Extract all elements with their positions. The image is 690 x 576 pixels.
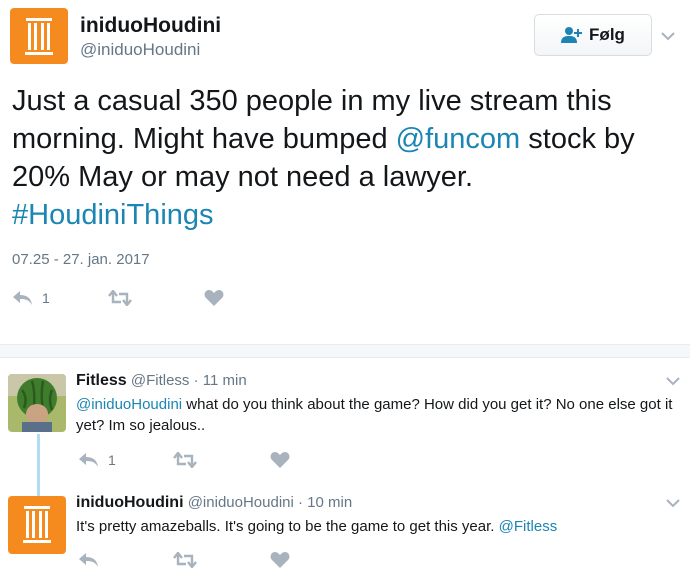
heart-icon [204, 290, 224, 306]
reply-count: 1 [108, 452, 116, 468]
pillar-logo-icon [23, 506, 51, 543]
reply-arrow-icon [79, 453, 98, 467]
chevron-down-icon[interactable] [658, 26, 678, 46]
reply-time[interactable]: · 10 min [298, 494, 352, 511]
reply-arrow-icon [79, 553, 98, 567]
reply-arrow-icon [13, 291, 32, 305]
watermelon-avatar-icon [8, 374, 66, 432]
mention-link[interactable]: @Fitless [499, 518, 558, 535]
retweet-button[interactable] [173, 552, 197, 568]
mention-link[interactable]: @funcom [396, 123, 521, 155]
author-name[interactable]: iniduoHoudini [76, 494, 184, 511]
avatar[interactable] [8, 496, 66, 554]
tweet-text: Just a casual 350 people in my live stre… [12, 82, 682, 234]
like-button[interactable] [270, 551, 290, 569]
reply-header: iniduoHoudini @iniduoHoudini · 10 min [76, 494, 352, 512]
heart-icon [270, 452, 290, 468]
timestamp[interactable]: 07.25 - 27. jan. 2017 [12, 251, 150, 268]
reply-count: 1 [42, 290, 50, 306]
thread-line [37, 434, 40, 496]
reply-text: It's pretty amazeballs. It's going to be… [76, 516, 676, 537]
reply-text-part: It's pretty amazeballs. It's going to be… [76, 518, 499, 535]
author-name[interactable]: Fitless [76, 372, 127, 389]
heart-icon [270, 552, 290, 568]
like-button[interactable] [270, 451, 290, 469]
mention-link[interactable]: @iniduoHoudini [76, 396, 182, 413]
divider [0, 344, 690, 358]
follow-button[interactable]: Følg [534, 14, 652, 56]
reply-button[interactable]: 1 [12, 290, 50, 306]
retweet-button[interactable] [173, 452, 197, 468]
reply-button[interactable] [78, 552, 100, 568]
author-handle[interactable]: @iniduoHoudini [188, 494, 294, 511]
retweet-icon [108, 290, 132, 306]
retweet-icon [173, 452, 197, 468]
reply-time[interactable]: · 11 min [194, 372, 247, 389]
like-button[interactable] [204, 289, 224, 307]
retweet-icon [173, 552, 197, 568]
avatar[interactable] [8, 374, 66, 432]
reply-header: Fitless @Fitless · 11 min [76, 372, 247, 390]
reply-text: @iniduoHoudini what do you think about t… [76, 394, 676, 436]
pillar-logo-icon [25, 18, 53, 55]
avatar[interactable] [10, 8, 68, 64]
add-user-icon [561, 27, 583, 43]
author-handle[interactable]: @iniduoHoudini [80, 40, 200, 60]
reply-button[interactable]: 1 [78, 452, 116, 468]
hashtag-link[interactable]: #HoudiniThings [12, 199, 214, 231]
follow-label: Følg [589, 25, 625, 44]
author-handle[interactable]: @Fitless [131, 372, 190, 389]
author-name[interactable]: iniduoHoudini [80, 14, 221, 38]
retweet-button[interactable] [108, 290, 132, 306]
chevron-down-icon[interactable] [664, 372, 682, 390]
chevron-down-icon[interactable] [664, 494, 682, 512]
